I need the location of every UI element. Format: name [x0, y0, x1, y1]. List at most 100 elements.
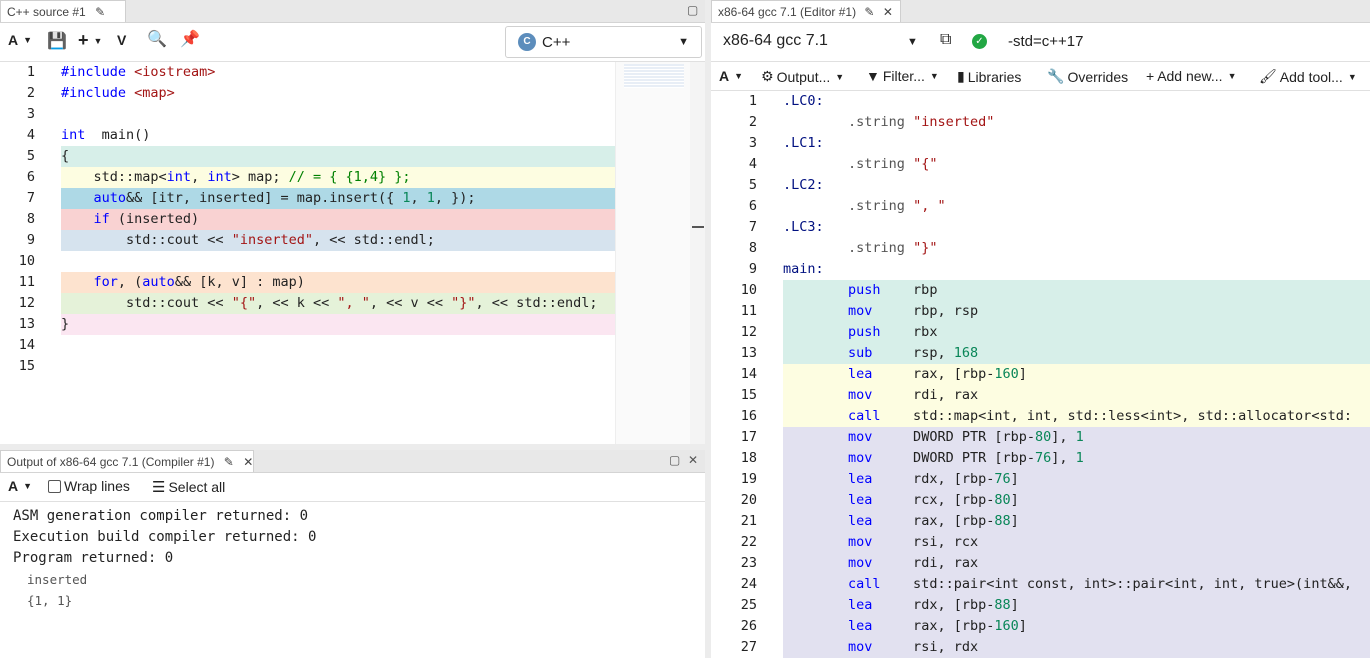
stdout-line: inserted: [27, 572, 88, 587]
line-number: 14: [740, 366, 757, 382]
tab-cpp-source[interactable]: C++ source #1 ✎: [0, 0, 126, 22]
code-token: rax, [rbp-: [872, 513, 995, 529]
code-token: rax, [rbp-: [872, 366, 995, 382]
overrides-button[interactable]: 🔧 Overrides: [1047, 68, 1128, 85]
asm-line: lea rax, [rbp-160]: [783, 364, 1370, 385]
code-token: mov: [848, 303, 873, 319]
code-token: if: [93, 211, 110, 227]
tab-title: C++ source #1: [7, 5, 86, 19]
maximize-icon[interactable]: ▢: [687, 3, 698, 17]
chevron-down-icon[interactable]: ▼: [907, 36, 918, 48]
close-icon[interactable]: ✕: [688, 453, 698, 467]
output-menu-label: Output...: [776, 68, 831, 85]
tab-title: Output of x86-64 gcc 7.1 (Compiler #1): [7, 455, 215, 469]
output-toolbar: A ▼ Wrap lines ☰ Select all: [0, 473, 705, 502]
open-external-icon[interactable]: ⧉: [940, 31, 951, 49]
compiler-flags-input[interactable]: -std=c++17: [999, 23, 1370, 60]
vim-button[interactable]: V: [117, 32, 126, 48]
code-token: {: [61, 148, 70, 164]
line-number: 8: [26, 211, 35, 227]
asm-line: mov rbp, rsp: [783, 301, 1370, 322]
pencil-icon[interactable]: ✎: [864, 5, 874, 19]
code-token: rbp: [880, 282, 938, 298]
line-number: 19: [740, 471, 757, 487]
select-all-button[interactable]: ☰ Select all: [152, 478, 225, 496]
code-token: ]: [1010, 471, 1019, 487]
code-token: push: [848, 324, 881, 340]
asm-editor[interactable]: .LC0: 1 .string "inserted" 2 .LC1: 3 .string…: [711, 91, 1370, 658]
asm-line: .LC0:: [783, 91, 1370, 112]
close-icon[interactable]: ✕: [243, 455, 253, 469]
code-token: .string: [848, 114, 905, 130]
close-icon[interactable]: ✕: [883, 5, 893, 19]
output-menu-button[interactable]: ⚙ Output... ▼: [761, 68, 844, 85]
filter-menu-label: Filter...: [882, 68, 925, 84]
language-select[interactable]: C C++ ▼: [505, 26, 702, 58]
output-line: Program returned: 0: [13, 550, 174, 566]
code-token: call: [848, 576, 881, 592]
add-new-label: Add new...: [1157, 68, 1223, 84]
code-token: lea: [848, 492, 873, 508]
line-number: 25: [740, 597, 757, 613]
font-size-button[interactable]: A ▼: [8, 478, 32, 494]
source-line: [61, 251, 615, 272]
save-icon[interactable]: 💾: [47, 31, 67, 51]
gear-icon: ⚙: [761, 68, 774, 84]
add-tool-button[interactable]: 🖌 Add tool... ▼: [1259, 68, 1357, 85]
filter-menu-button[interactable]: ▼ Filter... ▼: [866, 68, 939, 84]
source-line: [61, 104, 615, 125]
list-icon: ☰: [152, 479, 166, 496]
code-token: DWORD PTR [rbp-: [872, 450, 1035, 466]
line-number: 13: [18, 316, 35, 332]
asm-line: mov DWORD PTR [rbp-80], 1: [783, 427, 1370, 448]
font-size-button[interactable]: A ▼: [8, 32, 32, 48]
wrap-lines-checkbox[interactable]: Wrap lines: [48, 478, 130, 494]
code-token: ]: [1010, 492, 1019, 508]
line-number: 24: [740, 576, 757, 592]
search-icon[interactable]: 🔍: [147, 29, 167, 49]
scrollbar[interactable]: [690, 62, 705, 444]
code-token: , << std::endl;: [312, 232, 435, 248]
asm-line: sub rsp, 168: [783, 343, 1370, 364]
code-token: ],: [1051, 429, 1076, 445]
compiler-select[interactable]: x86-64 gcc 7.1: [723, 32, 828, 50]
code-token: rdx, [rbp-: [872, 597, 995, 613]
code-token: ,: [410, 190, 427, 206]
asm-line: mov rdi, rax: [783, 553, 1370, 574]
filter-icon: ▼: [866, 68, 880, 84]
pencil-icon[interactable]: ✎: [95, 5, 105, 19]
code-token: std::cout <<: [61, 232, 232, 248]
line-number: 26: [740, 618, 757, 634]
minimap[interactable]: [615, 62, 691, 444]
libraries-button[interactable]: ▮ Libraries: [957, 68, 1021, 85]
code-token: mov: [848, 387, 873, 403]
tab-compiler[interactable]: x86-64 gcc 7.1 (Editor #1) ✎ ✕: [711, 0, 901, 22]
source-line: #include <iostream>: [61, 62, 615, 83]
source-line: int main(): [61, 125, 615, 146]
code-token: int: [61, 127, 86, 143]
pin-icon[interactable]: 📌: [180, 29, 200, 49]
tab-output[interactable]: Output of x86-64 gcc 7.1 (Compiler #1) ✎…: [0, 450, 254, 472]
maximize-icon[interactable]: ▢: [669, 453, 680, 467]
code-token: push: [848, 282, 881, 298]
language-label: C++: [542, 34, 571, 51]
add-new-button[interactable]: + Add new... ▼: [1146, 68, 1237, 84]
plus-icon: +: [1146, 68, 1155, 84]
code-token: 88: [994, 597, 1011, 613]
line-number: 4: [748, 156, 757, 172]
add-button[interactable]: + ▼: [78, 30, 102, 51]
output-content: ASM generation compiler returned: 0 Exec…: [0, 502, 705, 658]
code-token: sub: [848, 345, 873, 361]
line-number: 12: [18, 295, 35, 311]
pencil-icon[interactable]: ✎: [224, 455, 234, 469]
code-token: 160: [994, 366, 1019, 382]
code-token: .string: [848, 198, 905, 214]
font-size-button[interactable]: A ▼: [719, 68, 743, 84]
line-number: 9: [26, 232, 35, 248]
checkbox-icon: [48, 479, 61, 493]
source-editor[interactable]: #include <iostream> 1 #include <map> 2 3 int …: [0, 62, 705, 444]
